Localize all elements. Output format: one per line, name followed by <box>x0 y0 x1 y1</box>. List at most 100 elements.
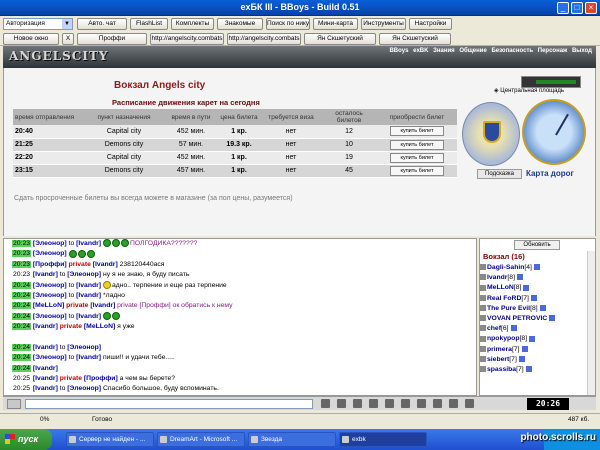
user-list-item[interactable]: The Pure Evil[8] <box>480 304 588 314</box>
private-message-icon[interactable] <box>480 294 486 301</box>
user-list-item[interactable]: siebert[7] <box>480 355 588 365</box>
info-icon[interactable] <box>529 335 536 342</box>
user-name[interactable]: Ivandr <box>487 274 507 281</box>
task-exbk[interactable]: exbk <box>339 432 427 447</box>
tab-player-2[interactable]: Ян Скшетуский <box>379 33 451 45</box>
user-name[interactable]: Real FoRD <box>487 295 521 302</box>
info-icon[interactable] <box>530 294 537 301</box>
tab-url-2[interactable]: http://angelscity.combats <box>227 33 301 45</box>
info-icon[interactable] <box>516 274 523 281</box>
close-tab-button[interactable]: X <box>62 33 74 45</box>
private-message-icon[interactable] <box>480 366 486 373</box>
user-list-item[interactable]: MeLLoN[8] <box>480 283 588 293</box>
message-sender[interactable]: [Ivandr] <box>33 385 58 392</box>
user-list-item[interactable]: chef[6] <box>480 324 588 334</box>
user-name[interactable]: primera <box>487 346 512 353</box>
private-message-icon[interactable] <box>480 274 486 281</box>
auto-chat-button[interactable]: Авто. чат <box>77 18 127 30</box>
translit-icon[interactable] <box>416 399 426 408</box>
message-recipient[interactable]: [Ivandr] <box>76 313 101 320</box>
chat-log[interactable]: 20:23 [Элеонор] to [Ivandr] ПОЛГОДИКА???… <box>3 238 477 396</box>
user-name[interactable]: The Pure Evil <box>487 305 530 312</box>
message-recipient[interactable]: [Элеонор] <box>67 344 101 351</box>
user-list-item[interactable]: primera[7] <box>480 345 588 355</box>
maximize-button[interactable]: □ <box>571 2 583 14</box>
info-icon[interactable] <box>521 345 528 352</box>
buy-ticket-button[interactable]: купить билет <box>390 126 444 137</box>
user-name[interactable]: MeLLoN <box>487 284 514 291</box>
message-sender[interactable]: [Проффи] <box>33 261 67 268</box>
settings-button[interactable]: Настройки <box>409 18 452 30</box>
color-icon[interactable] <box>400 399 410 408</box>
user-list-scrollbar[interactable] <box>587 251 595 395</box>
message-sender[interactable]: [Ivandr] <box>33 365 58 372</box>
hint-button[interactable]: Подсказка <box>477 169 522 179</box>
message-recipient[interactable]: [Ivandr] <box>76 292 101 299</box>
task-zvezda[interactable]: Звезда <box>248 432 336 447</box>
tab-player-1[interactable]: Ян Скшетуский <box>304 33 376 45</box>
flashlist-button[interactable]: FlashList <box>130 18 168 30</box>
user-list-item[interactable]: spassiba[7] <box>480 365 588 375</box>
message-sender[interactable]: [Элеонор] <box>33 240 67 247</box>
message-recipient[interactable]: [Ivandr] <box>76 240 101 247</box>
private-message-icon[interactable] <box>480 284 486 291</box>
minimize-button[interactable]: _ <box>557 2 569 14</box>
private-message-icon[interactable] <box>480 345 486 352</box>
filter-icon[interactable] <box>352 399 362 408</box>
user-name[interactable]: Dagli-Sahin <box>487 264 524 271</box>
chevron-down-icon[interactable]: ▼ <box>62 19 72 29</box>
message-sender[interactable]: [Элеонор] <box>33 354 67 361</box>
info-icon[interactable] <box>533 264 540 271</box>
nav-security[interactable]: Безопасность <box>491 48 533 54</box>
private-message-icon[interactable] <box>480 355 486 362</box>
message-recipient[interactable]: [Элеонор] <box>67 385 101 392</box>
user-name[interactable]: npokypop <box>487 335 519 342</box>
buy-ticket-button[interactable]: купить билет <box>390 165 444 176</box>
smiles-icon[interactable] <box>321 399 330 408</box>
refresh-button[interactable]: Обновить <box>514 240 560 250</box>
user-name[interactable]: siebert <box>487 356 509 363</box>
clear-icon[interactable] <box>336 399 346 408</box>
bold-icon[interactable] <box>384 399 394 408</box>
log-icon[interactable] <box>432 399 442 408</box>
private-message-icon[interactable] <box>480 304 486 311</box>
message-sender[interactable]: [Элеонор] <box>33 282 67 289</box>
exit-icon[interactable] <box>464 399 474 408</box>
tab-proffi[interactable]: Проффи <box>77 33 147 45</box>
user-name[interactable]: spassiba <box>487 366 516 373</box>
private-message-icon[interactable] <box>480 325 486 332</box>
tab-url-1[interactable]: http://angelscity.combats <box>150 33 224 45</box>
auth-select[interactable]: Авторизация ▼ <box>3 18 73 30</box>
sets-button[interactable]: Комплекты <box>171 18 214 30</box>
nav-character[interactable]: Персонаж <box>538 48 568 54</box>
nav-bboys[interactable]: BBoys <box>389 48 408 54</box>
user-list-item[interactable]: Real FoRD[7] <box>480 294 588 304</box>
search-nick-button[interactable]: Поиск по нику <box>266 18 310 30</box>
user-name[interactable]: VOVAN PETROVIC <box>487 315 547 322</box>
message-sender[interactable]: [Ivandr] <box>33 375 58 382</box>
message-sender[interactable]: [Ivandr] <box>33 344 58 351</box>
message-recipient[interactable]: [Ivandr] <box>76 282 101 289</box>
message-sender[interactable]: [Элеонор] <box>33 313 67 320</box>
info-icon[interactable] <box>510 325 517 332</box>
friends-button[interactable]: Знакомые <box>217 18 263 30</box>
nav-communication[interactable]: Общение <box>459 48 486 54</box>
info-icon[interactable] <box>539 304 546 311</box>
tools-button[interactable]: Инструменты <box>361 18 406 30</box>
info-icon[interactable] <box>549 315 556 322</box>
station-clock-icon[interactable] <box>522 99 586 165</box>
private-message-icon[interactable] <box>480 315 486 322</box>
close-button[interactable]: × <box>585 2 597 14</box>
nav-knowledge[interactable]: Знания <box>433 48 455 54</box>
user-list-item[interactable]: Ivandr[8] <box>480 273 588 283</box>
message-sender[interactable]: [MeLLoN] <box>33 302 64 309</box>
message-recipient[interactable]: [Элеонор] <box>67 271 101 278</box>
buy-ticket-button[interactable]: купить билет <box>390 152 444 163</box>
user-list-item[interactable]: npokypop[8] <box>480 334 588 344</box>
message-sender[interactable]: [Ivandr] <box>33 271 58 278</box>
user-list-item[interactable]: VOVAN PETROVIC <box>480 314 588 324</box>
message-sender[interactable]: [Элеонор] <box>33 250 67 257</box>
chat-input[interactable] <box>25 399 313 409</box>
message-recipient[interactable]: [MeLLoN] <box>84 323 115 330</box>
message-sender[interactable]: [Элеонор] <box>33 292 67 299</box>
